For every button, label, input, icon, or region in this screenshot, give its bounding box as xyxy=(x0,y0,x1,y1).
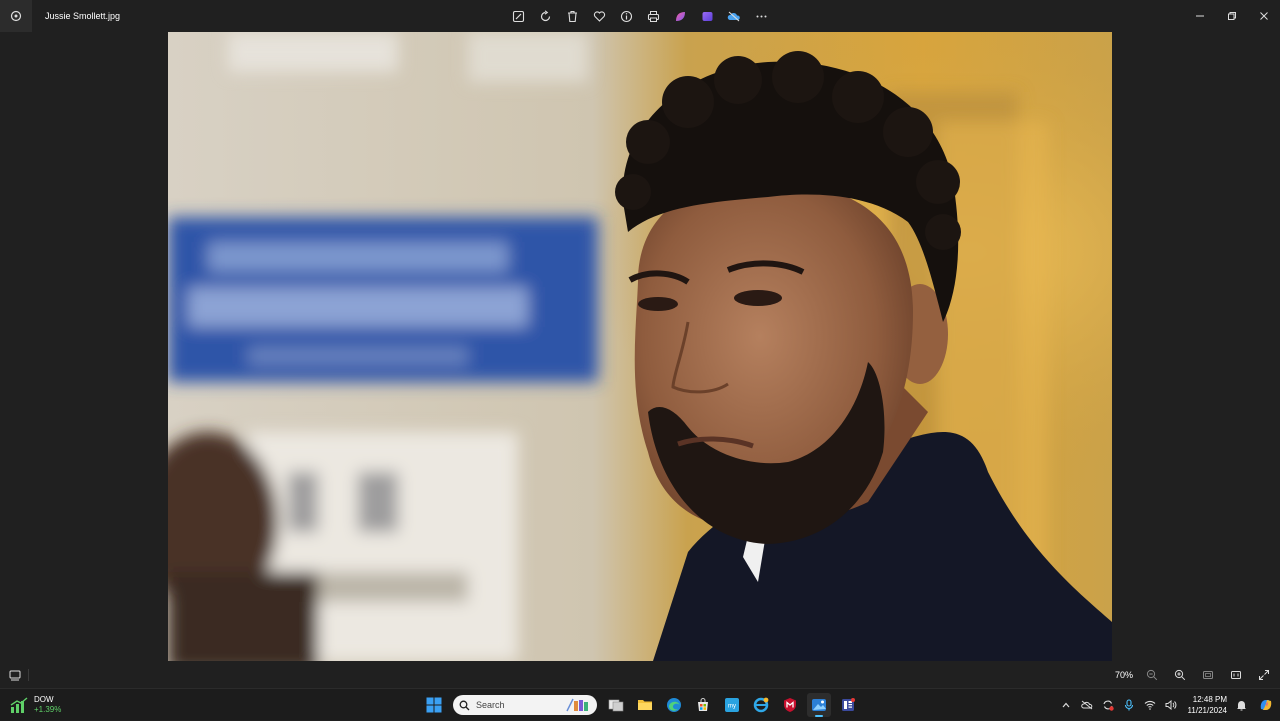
copilot-icon[interactable] xyxy=(1252,692,1280,718)
volume-icon[interactable] xyxy=(1161,692,1182,718)
file-explorer-icon[interactable] xyxy=(633,693,657,717)
clock-date: 11/21/2024 xyxy=(1187,706,1227,715)
task-view-icon[interactable] xyxy=(604,693,628,717)
notification-bell-icon[interactable] xyxy=(1231,692,1252,718)
news-app-icon[interactable] xyxy=(836,693,860,717)
file-name-title: Jussie Smollett.jpg xyxy=(45,11,121,21)
mcafee-icon[interactable] xyxy=(778,693,802,717)
taskbar-center: Search my xyxy=(422,692,860,718)
clock-time: 12:48 PM xyxy=(1192,695,1227,704)
taskbar-search[interactable]: Search xyxy=(453,695,597,715)
start-icon[interactable] xyxy=(422,693,446,717)
rotate-icon[interactable] xyxy=(535,6,555,26)
microsoft-store-icon[interactable] xyxy=(691,693,715,717)
window-controls xyxy=(1184,0,1280,32)
displayed-photo[interactable] xyxy=(168,32,1112,661)
wifi-icon[interactable] xyxy=(1140,692,1161,718)
clock[interactable]: 12:48 PM 11/21/2024 xyxy=(1188,694,1227,716)
onedrive-offline-icon[interactable] xyxy=(1077,692,1098,718)
fit-to-window-icon[interactable] xyxy=(1198,665,1218,685)
search-placeholder: Search xyxy=(476,700,505,710)
search-icon xyxy=(459,700,470,710)
filmstrip-toggle-icon[interactable] xyxy=(5,665,25,685)
image-viewer[interactable] xyxy=(0,32,1280,662)
sync-status-icon[interactable] xyxy=(1098,692,1119,718)
onedrive-icon[interactable] xyxy=(724,6,744,26)
stock-chart-icon xyxy=(10,697,28,713)
zoom-level[interactable]: 70% xyxy=(1108,662,1140,688)
stock-widget[interactable]: DOW +1.39% xyxy=(10,693,61,717)
info-icon[interactable] xyxy=(616,6,636,26)
edge-browser-icon[interactable] xyxy=(662,693,686,717)
clipchamp-icon[interactable] xyxy=(697,6,717,26)
photos-taskbar-icon[interactable] xyxy=(807,693,831,717)
my-app-icon[interactable]: my xyxy=(720,693,744,717)
svg-text:my: my xyxy=(728,704,736,710)
restore-icon[interactable] xyxy=(1216,0,1248,32)
designer-icon[interactable] xyxy=(670,6,690,26)
divider xyxy=(28,669,29,681)
delete-icon[interactable] xyxy=(562,6,582,26)
zoom-tools xyxy=(1142,665,1274,685)
taskbar: DOW +1.39% Search my 12:48 PM 11/21/2024 xyxy=(0,688,1280,720)
minimize-icon[interactable] xyxy=(1184,0,1216,32)
zoom-out-icon[interactable] xyxy=(1142,665,1162,685)
microphone-icon[interactable] xyxy=(1119,692,1140,718)
edit-icon[interactable] xyxy=(508,6,528,26)
system-tray: 12:48 PM 11/21/2024 xyxy=(1056,689,1280,721)
actual-size-icon[interactable] xyxy=(1226,665,1246,685)
close-icon[interactable] xyxy=(1248,0,1280,32)
title-bar: Jussie Smollett.jpg xyxy=(0,0,1280,32)
stock-change: +1.39% xyxy=(34,705,62,714)
viewer-toolbar xyxy=(508,6,771,26)
more-icon[interactable] xyxy=(751,6,771,26)
favorite-icon[interactable] xyxy=(589,6,609,26)
zoom-in-icon[interactable] xyxy=(1170,665,1190,685)
search-highlight-icon xyxy=(566,698,588,712)
internet-explorer-icon[interactable] xyxy=(749,693,773,717)
chevron-up-icon[interactable] xyxy=(1056,692,1077,718)
stock-name: DOW xyxy=(34,695,54,704)
photos-app-icon[interactable] xyxy=(0,0,32,32)
full-screen-icon[interactable] xyxy=(1254,665,1274,685)
viewer-bottom-bar: 70% xyxy=(0,662,1280,688)
print-icon[interactable] xyxy=(643,6,663,26)
